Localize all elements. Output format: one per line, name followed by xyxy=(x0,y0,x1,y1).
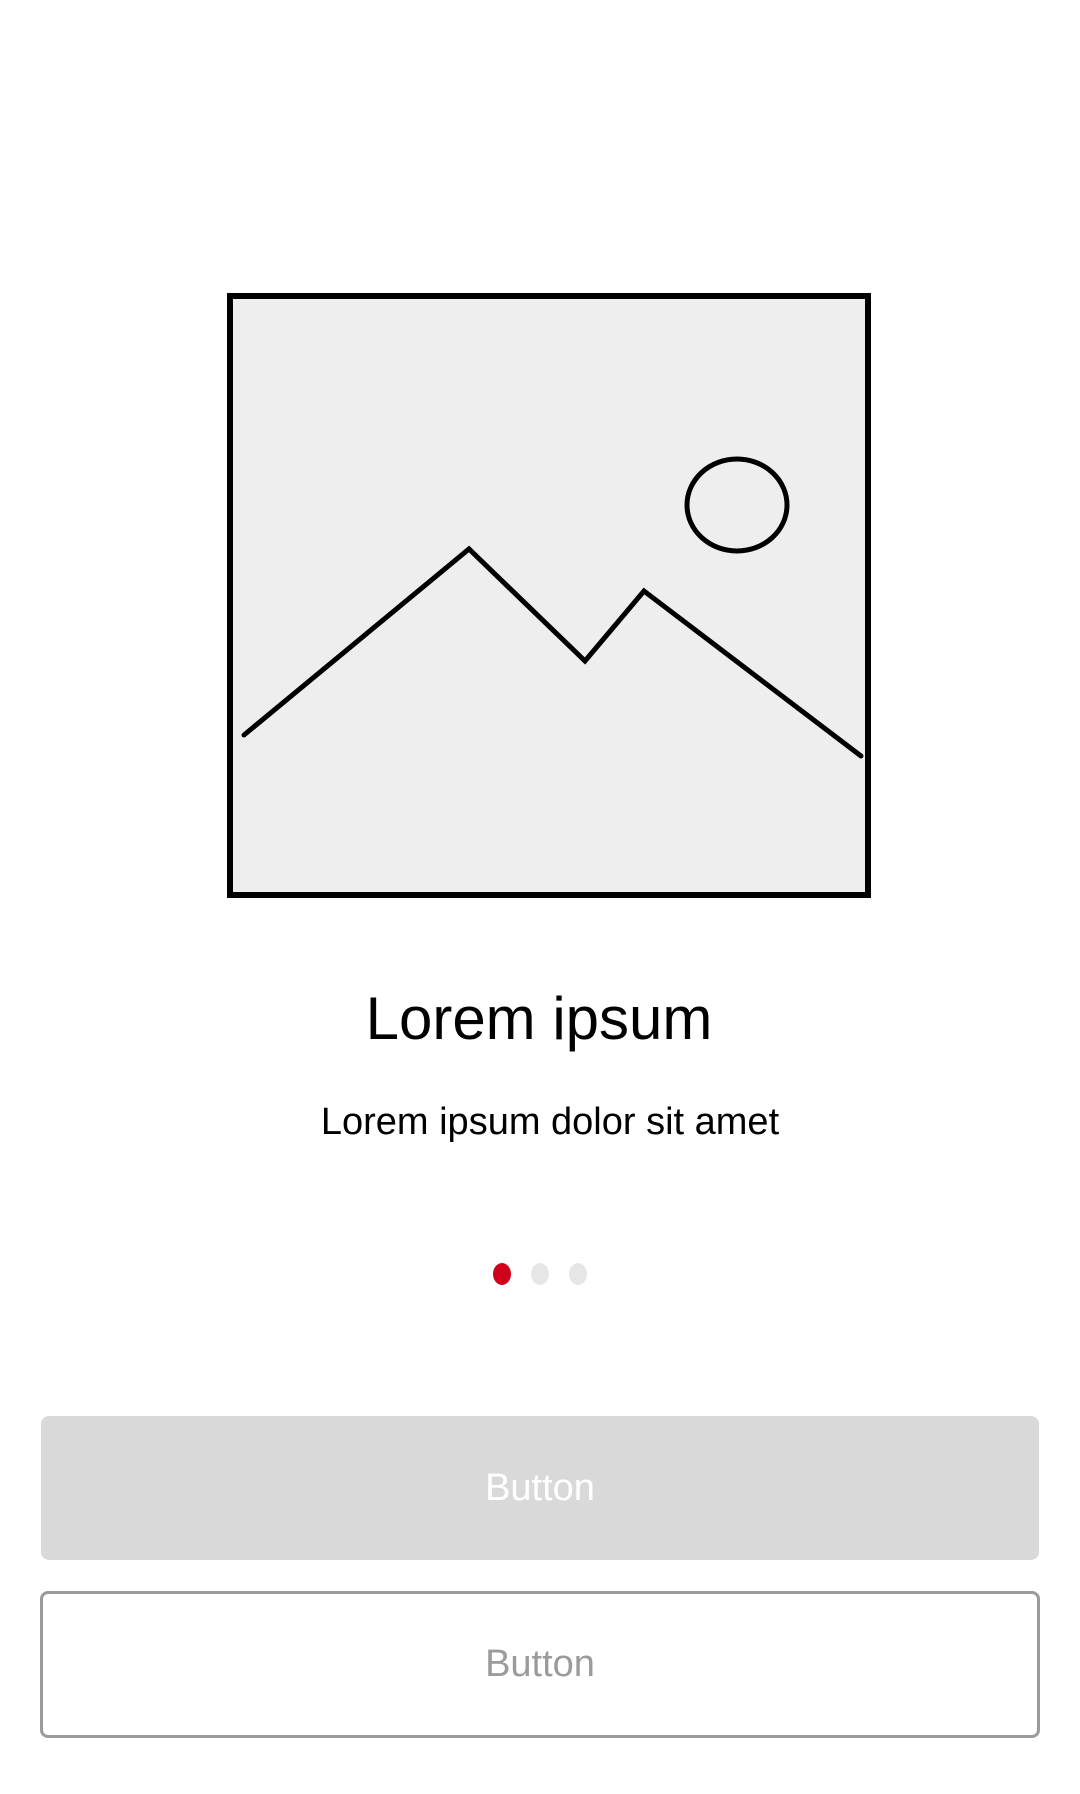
image-placeholder-icon xyxy=(241,456,864,759)
page-indicator xyxy=(0,1263,1080,1285)
primary-button[interactable]: Button xyxy=(41,1416,1039,1560)
mountains-line xyxy=(241,545,864,759)
page-title: Lorem ipsum xyxy=(365,985,713,1052)
page-dot-2[interactable] xyxy=(531,1263,549,1285)
page-dot-3[interactable] xyxy=(569,1263,587,1285)
secondary-button[interactable]: Button xyxy=(40,1591,1040,1738)
image-placeholder xyxy=(227,293,871,898)
page-dot-1-active[interactable] xyxy=(493,1263,511,1285)
page-subtitle: Lorem ipsum dolor sit amet xyxy=(320,1101,780,1143)
sun-circle xyxy=(684,456,790,554)
